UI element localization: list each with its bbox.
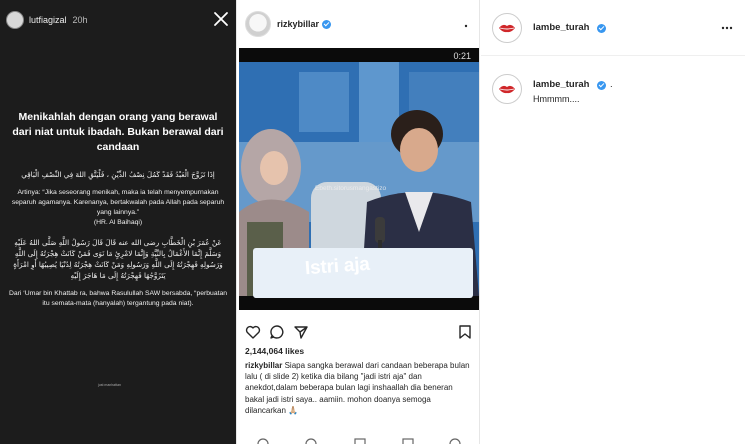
story-username[interactable]: lutfiagizal <box>29 15 67 25</box>
comment-panel-header: lambe_turah <box>481 0 745 56</box>
more-options-icon[interactable] <box>461 24 471 28</box>
post-username[interactable]: rizkybillar <box>277 19 319 29</box>
video-subtitle: Istri aja <box>304 253 371 280</box>
video-overlay-name: Ebeth.sitorusmangastizo <box>315 185 387 192</box>
screenshot-collage: lutfiagizal 20h Menikahlah dengan orang … <box>0 0 745 444</box>
heart-icon[interactable] <box>245 324 261 340</box>
story-avatar[interactable] <box>6 11 24 29</box>
home-icon <box>257 438 269 444</box>
lips-logo-icon <box>499 85 515 94</box>
story-translation: Artinya: “Jika seseorang menikah, maka i… <box>11 189 225 216</box>
comment-avatar[interactable] <box>492 74 522 104</box>
caption-username[interactable]: rizkybillar <box>245 361 282 370</box>
bottom-nav-bar <box>257 438 461 444</box>
search-icon <box>305 438 317 444</box>
story-watermark: just manhattan <box>98 383 121 387</box>
post-avatar[interactable] <box>245 11 271 37</box>
comment-text: Hmmmm.... <box>533 94 580 104</box>
likes-count[interactable]: 2,144,064 likes <box>245 346 304 356</box>
story-text-content: Menikahlah dengan orang yang berawal dar… <box>8 110 228 309</box>
video-player[interactable]: 0:21 Ebeth.sitorusmangastizo Istri aja <box>239 48 479 310</box>
comment-suffix: . <box>610 79 613 90</box>
post-header: rizkybillar <box>237 0 479 48</box>
shop-icon <box>402 438 414 444</box>
post-actions-bar <box>245 324 473 342</box>
story-source: (HR. Al Baihaqi) <box>93 219 143 226</box>
lips-logo-icon <box>499 24 515 33</box>
bookmark-icon[interactable] <box>457 324 473 340</box>
verified-badge-icon <box>322 19 332 29</box>
story-time: 20h <box>72 15 88 25</box>
post-caption: rizkybillar Siapa sangka berawal dari ca… <box>245 360 473 416</box>
close-icon[interactable] <box>212 10 230 28</box>
story-arabic-hadith: عَنْ عُمَرَ بْنِ الْخَطَّابِ رضى الله عن… <box>13 238 223 280</box>
post-panel: rizkybillar 0:21 Ebeth.sitorusmangastizo… <box>236 0 480 444</box>
more-options-icon[interactable] <box>721 26 733 30</box>
header-avatar[interactable] <box>492 13 522 43</box>
story-title: Menikahlah dengan orang yang berawal dar… <box>12 111 224 153</box>
comment-username[interactable]: lambe_turah <box>533 79 590 90</box>
story-panel: lutfiagizal 20h Menikahlah dengan orang … <box>0 0 236 444</box>
story-header: lutfiagizal 20h <box>0 0 236 40</box>
verified-badge-icon <box>597 24 606 33</box>
share-icon[interactable] <box>293 324 309 340</box>
verified-badge-icon <box>597 81 606 90</box>
comment-panel: lambe_turah lambe_turah . Hmmmm.... <box>481 0 745 444</box>
video-page-counter: 0:21 <box>453 51 471 61</box>
story-hadith-translation: Dari ‘Umar bin Khattab ra, bahwa Rasulul… <box>8 290 228 307</box>
reels-icon <box>354 438 366 444</box>
profile-icon <box>449 438 461 444</box>
story-arabic-quote: إذَا تَزَوَّجَ الْعَبْدُ فَقَدْ كَمُلَ ن… <box>21 170 215 179</box>
comment-icon[interactable] <box>269 324 285 340</box>
header-username[interactable]: lambe_turah <box>533 22 590 33</box>
